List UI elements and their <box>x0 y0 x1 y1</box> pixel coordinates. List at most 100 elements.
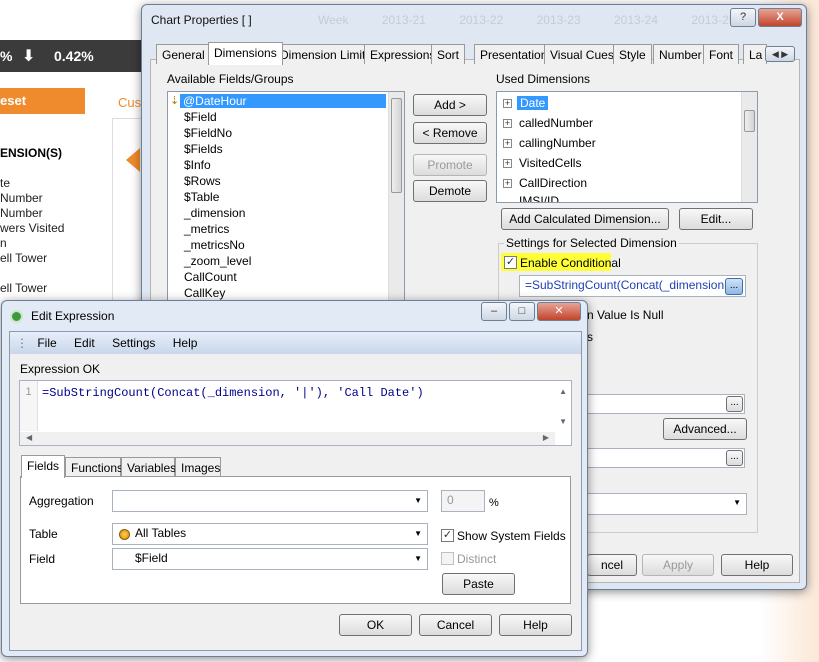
add-button[interactable]: Add > <box>413 94 487 116</box>
help-caption-button[interactable]: ? <box>730 8 756 27</box>
expand-icon[interactable]: + <box>503 159 512 168</box>
scroll-down-icon[interactable]: ▼ <box>559 417 567 426</box>
cancel-button[interactable]: Cancel <box>419 614 492 636</box>
list-item[interactable]: CallCount <box>184 270 237 284</box>
comment-field[interactable] <box>587 448 745 468</box>
list-item[interactable]: $Info <box>184 158 211 172</box>
aggregation-dropdown[interactable]: ▼ <box>112 490 428 512</box>
expand-icon[interactable]: + <box>503 179 512 188</box>
label-field[interactable] <box>587 394 745 414</box>
scroll-left-icon[interactable]: ◀ <box>26 433 32 442</box>
comment-ellipsis-button[interactable]: ... <box>726 450 743 466</box>
maximize-caption-button[interactable]: □ <box>509 302 535 321</box>
list-item[interactable]: $Rows <box>184 174 221 188</box>
reset-button[interactable]: eset <box>0 88 85 114</box>
settings-dropdown[interactable]: ▼ <box>587 493 747 515</box>
tab-variables[interactable]: Variables <box>121 457 176 477</box>
tab-style[interactable]: Style <box>613 44 652 64</box>
list-item[interactable]: ell Tower <box>0 281 47 295</box>
expression-text[interactable]: =SubStringCount(Concat(_dimension, '|'),… <box>42 386 424 400</box>
list-item[interactable]: _zoom_level <box>184 254 251 268</box>
tab-images[interactable]: Images <box>175 457 221 477</box>
apply-button[interactable]: Apply <box>642 554 714 576</box>
help-button[interactable]: Help <box>499 614 572 636</box>
demote-button[interactable]: Demote <box>413 180 487 202</box>
available-fields-list[interactable]: ⇣ @DateHour $Field $FieldNo $Fields $Inf… <box>167 91 405 311</box>
list-item[interactable]: Number <box>0 191 43 205</box>
list-item[interactable]: VisitedCells <box>519 156 581 170</box>
used-scrollbar[interactable] <box>741 92 757 202</box>
paste-button[interactable]: Paste <box>442 573 515 595</box>
tab-dimensions[interactable]: Dimensions <box>208 42 283 65</box>
list-item[interactable]: wers Visited <box>0 221 64 235</box>
remove-button[interactable]: < Remove <box>413 122 487 144</box>
scroll-right-icon[interactable]: ▶ <box>543 433 549 442</box>
horizontal-scrollbar[interactable]: ◀ ▶ <box>20 432 555 445</box>
tab-dimension-limits[interactable]: Dimension Limits <box>274 44 378 64</box>
list-item[interactable]: CallKey <box>184 286 225 300</box>
edit-dimension-button[interactable]: Edit... <box>679 208 753 230</box>
close-caption-button[interactable]: X <box>758 8 802 27</box>
used-dimensions-list[interactable]: + Date + calledNumber + callingNumber + … <box>496 91 758 203</box>
tab-expressions[interactable]: Expressions <box>364 44 442 64</box>
list-item[interactable]: Number <box>0 206 43 220</box>
close-caption-button[interactable]: ✕ <box>537 302 581 321</box>
scroll-thumb[interactable] <box>391 98 402 193</box>
list-item[interactable]: _metricsNo <box>184 238 245 252</box>
menu-edit[interactable]: Edit <box>74 336 95 350</box>
list-item[interactable]: te <box>0 176 10 190</box>
expand-icon[interactable]: + <box>503 119 512 128</box>
tab-font[interactable]: Font <box>703 44 740 64</box>
tab-functions[interactable]: Functions <box>65 457 123 477</box>
list-item[interactable]: callingNumber <box>519 136 596 150</box>
menu-settings[interactable]: Settings <box>112 336 155 350</box>
list-item[interactable]: n <box>0 236 7 250</box>
list-item[interactable]: _dimension <box>184 206 245 220</box>
list-item[interactable]: @DateHour <box>180 94 386 108</box>
list-item[interactable]: $Fields <box>184 142 223 156</box>
add-calculated-dimension-button[interactable]: Add Calculated Dimension... <box>501 208 669 230</box>
promote-button[interactable]: Promote <box>413 154 487 176</box>
conditional-expression-field[interactable]: =SubStringCount(Concat(_dimension <box>519 275 746 297</box>
distinct-checkbox[interactable] <box>441 552 454 565</box>
ok-button[interactable]: OK <box>339 614 412 636</box>
available-scrollbar[interactable] <box>388 92 404 310</box>
table-dropdown[interactable]: All Tables ▼ <box>112 523 428 545</box>
expand-icon[interactable]: + <box>503 99 512 108</box>
minimize-caption-button[interactable]: – <box>481 302 507 321</box>
list-item[interactable]: $Field <box>184 110 217 124</box>
tab-number[interactable]: Number <box>653 44 708 64</box>
cancel-button[interactable]: ncel <box>587 554 637 576</box>
tab-general[interactable]: General <box>156 44 211 64</box>
list-item[interactable]: $Table <box>184 190 219 204</box>
list-item[interactable]: calledNumber <box>519 116 593 130</box>
menu-help[interactable]: Help <box>173 336 198 350</box>
enable-conditional-checkbox[interactable]: ✓ <box>504 256 517 269</box>
tab-sort[interactable]: Sort <box>431 44 466 64</box>
collapse-arrow-icon[interactable] <box>126 148 140 172</box>
tab-presentation[interactable]: Presentation <box>474 44 554 64</box>
expand-icon[interactable]: + <box>503 139 512 148</box>
scroll-up-icon[interactable]: ▲ <box>559 387 567 396</box>
help-button[interactable]: Help <box>721 554 793 576</box>
list-item[interactable]: _metrics <box>184 222 229 236</box>
list-item[interactable]: CallDirection <box>519 176 587 190</box>
tab-layout[interactable]: La <box>743 44 767 64</box>
percentage-field[interactable]: 0 <box>441 490 485 512</box>
list-item[interactable]: $FieldNo <box>184 126 232 140</box>
list-item[interactable]: ell Tower <box>0 251 47 265</box>
expression-editor[interactable]: 1 =SubStringCount(Concat(_dimension, '|'… <box>19 380 572 446</box>
list-item[interactable]: IMSI/ID <box>519 194 559 202</box>
list-item[interactable]: Date <box>517 96 549 110</box>
label-ellipsis-button[interactable]: ... <box>726 396 743 412</box>
menu-file[interactable]: File <box>37 336 56 350</box>
tab-scroll-arrows[interactable]: ◀ ▶ <box>765 46 795 62</box>
advanced-button[interactable]: Advanced... <box>663 418 747 440</box>
tab-visual-cues[interactable]: Visual Cues <box>544 44 620 64</box>
custom-tab-label[interactable]: Cus <box>118 95 141 110</box>
conditional-ellipsis-button[interactable]: ... <box>725 278 743 295</box>
scroll-thumb[interactable] <box>744 110 755 132</box>
show-system-fields-checkbox[interactable]: ✓ <box>441 529 454 542</box>
field-dropdown[interactable]: $Field ▼ <box>112 548 428 570</box>
tab-fields[interactable]: Fields <box>21 455 65 478</box>
